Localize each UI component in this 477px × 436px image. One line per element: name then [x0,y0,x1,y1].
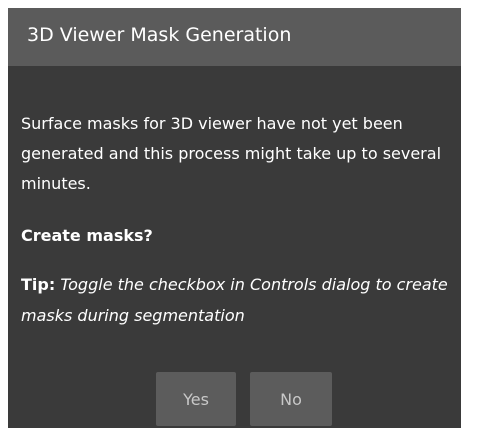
tip-text: Toggle the checkbox in Controls dialog t… [21,275,448,325]
no-button[interactable]: No [250,372,332,426]
dialog-message: Surface masks for 3D viewer have not yet… [21,114,442,193]
dialog-question: Create masks? [21,226,153,245]
mask-generation-dialog: 3D Viewer Mask Generation Surface masks … [8,8,461,428]
dialog-tip: Tip: Toggle the checkbox in Controls dia… [21,269,456,331]
tip-label: Tip: [21,275,56,294]
dialog-title-bar[interactable]: 3D Viewer Mask Generation [8,8,461,66]
yes-button[interactable]: Yes [156,372,236,426]
dialog-title: 3D Viewer Mask Generation [27,24,292,46]
